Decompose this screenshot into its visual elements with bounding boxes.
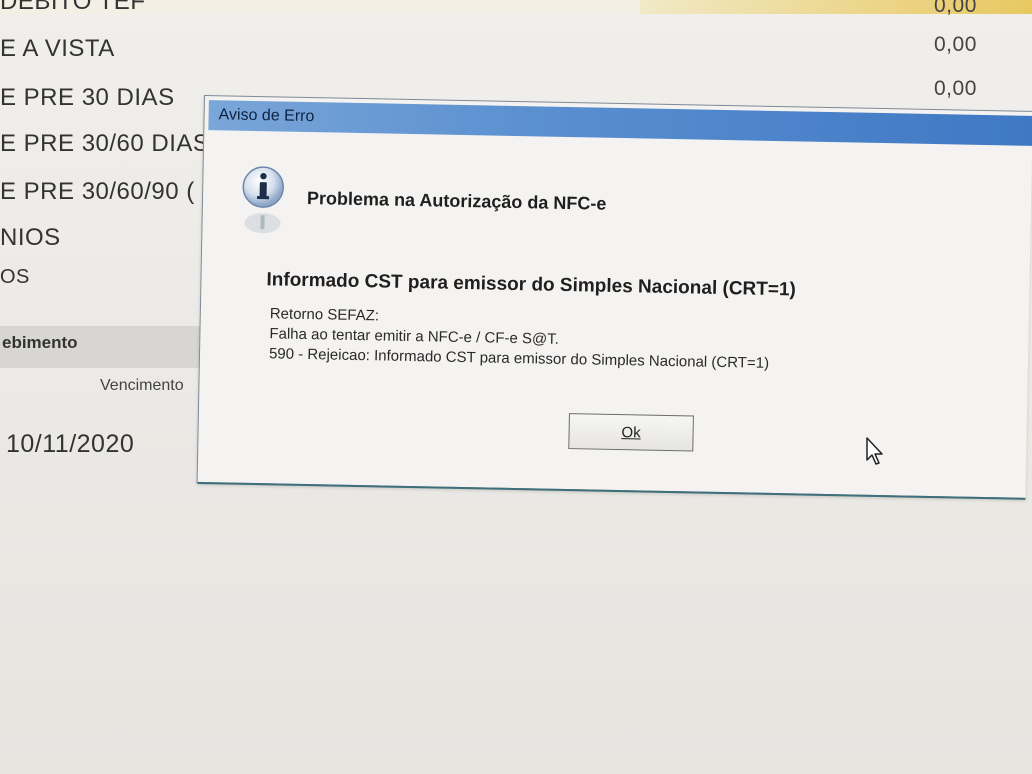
ok-button[interactable]: Ok — [568, 413, 694, 452]
dialog-title: Aviso de Erro — [218, 106, 315, 126]
payment-label: DEBITO TEF — [0, 0, 146, 15]
payment-value: 0,00 — [934, 0, 977, 17]
dialog-headline: Problema na Autorização da NFC-e — [306, 187, 607, 214]
payment-label: E PRE 30 DIAS — [0, 84, 175, 111]
info-icon — [242, 166, 284, 234]
payment-label: E PRE 30/60/90 ( — [0, 178, 195, 205]
detail-line: 590 - Rejeicao: Informado CST para emiss… — [268, 345, 770, 372]
payment-label: NIOS — [0, 224, 61, 251]
payment-value: 0,00 — [934, 77, 977, 100]
payment-label: OS — [0, 266, 30, 288]
mouse-cursor-icon — [866, 437, 883, 465]
payment-value: 0,00 — [934, 33, 977, 56]
due-date-value[interactable]: 10/11/2020 — [6, 430, 134, 459]
detail-line: Retorno SEFAZ: — [269, 305, 380, 325]
detail-line: Falha ao tentar emitir a NFC-e / CF-e S@… — [269, 325, 560, 348]
payment-label: E A VISTA — [0, 35, 115, 62]
error-dialog: Aviso de Erro Problema na Autorização da… — [196, 95, 1032, 500]
dialog-subheadline: Informado CST para emissor do Simples Na… — [266, 269, 797, 301]
column-header-vencimento: Vencimento — [100, 377, 184, 394]
section-label: ebimento — [2, 333, 78, 352]
payment-label: E PRE 30/60 DIAS — [0, 130, 210, 157]
